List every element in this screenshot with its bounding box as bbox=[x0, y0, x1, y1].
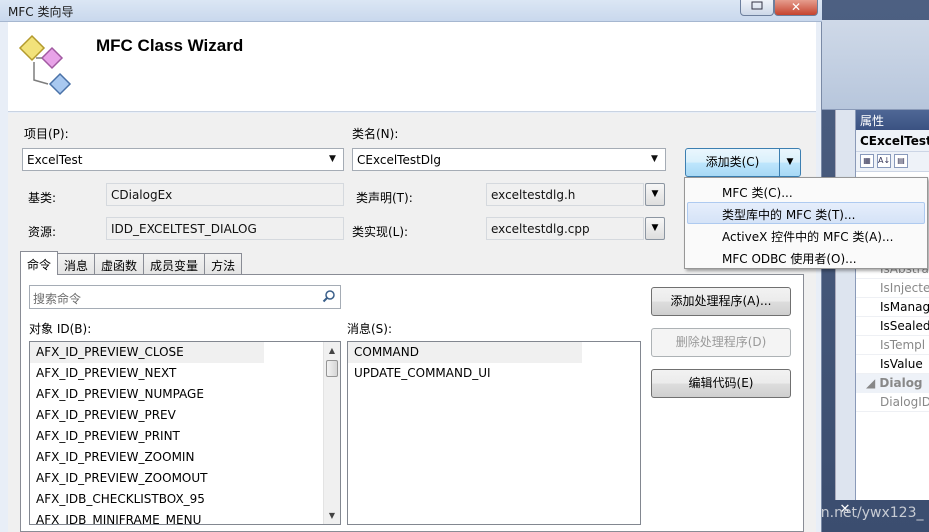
list-item[interactable]: COMMAND bbox=[348, 342, 582, 363]
list-item[interactable]: AFX_ID_PREVIEW_NEXT bbox=[30, 363, 340, 384]
title-bar: MFC 类向导 ✕ bbox=[0, 0, 822, 22]
property-row[interactable]: IsSealed bbox=[856, 317, 929, 336]
menu-item-mfc-class[interactable]: MFC 类(C)... bbox=[687, 180, 925, 202]
implementation-field: exceltestdlg.cpp bbox=[486, 217, 644, 240]
menu-item-mfc-class-from-activex[interactable]: ActiveX 控件中的 MFC 类(A)... bbox=[687, 224, 925, 246]
edit-code-button[interactable]: 编辑代码(E) bbox=[651, 369, 791, 398]
declaration-dropdown-button[interactable]: ▼ bbox=[645, 183, 665, 206]
close-icon: ✕ bbox=[790, 0, 802, 14]
project-value: ExcelTest bbox=[27, 153, 83, 167]
wizard-icon bbox=[18, 34, 72, 96]
property-row[interactable]: DialogID bbox=[856, 393, 929, 412]
tab-strip: 命令 消息 虚函数 成员变量 方法 bbox=[20, 251, 243, 275]
list-item[interactable]: AFX_ID_PREVIEW_CLOSE bbox=[30, 342, 264, 363]
list-item[interactable]: AFX_ID_PREVIEW_PRINT bbox=[30, 426, 340, 447]
list-item[interactable]: AFX_ID_PREVIEW_NUMPAGE bbox=[30, 384, 340, 405]
property-row[interactable]: IsValue bbox=[856, 355, 929, 374]
properties-object-selector[interactable]: CExcelTestD bbox=[856, 130, 929, 152]
commands-panel: 搜索命令 对象 ID(B): 消息(S): AFX_ID_PREVIEW_CLO… bbox=[20, 274, 804, 532]
ide-scrollbar[interactable] bbox=[835, 110, 855, 500]
scroll-thumb[interactable] bbox=[326, 360, 338, 377]
chevron-down-icon: ▼ bbox=[329, 154, 336, 164]
properties-toolbar: ▦ A↓ ▤ bbox=[856, 152, 929, 172]
search-input[interactable]: 搜索命令 bbox=[29, 285, 341, 309]
object-id-label: 对象 ID(B): bbox=[29, 322, 92, 336]
add-handler-button[interactable]: 添加处理程序(A)... bbox=[651, 287, 791, 316]
close-button[interactable]: ✕ bbox=[774, 0, 818, 16]
resource-label: 资源: bbox=[28, 225, 57, 239]
object-id-scrollbar[interactable]: ▲ ▼ bbox=[323, 342, 340, 524]
chevron-down-icon[interactable]: ▼ bbox=[780, 149, 800, 176]
project-combo[interactable]: ExcelTest ▼ bbox=[22, 148, 344, 171]
property-category-dialog[interactable]: ◢ Dialog bbox=[856, 374, 929, 393]
list-item[interactable]: AFX_ID_PREVIEW_ZOOMOUT bbox=[30, 468, 340, 489]
properties-header: 属性 bbox=[856, 110, 929, 130]
properties-panel: 属性 CExcelTestD ▦ A↓ ▤ IsAbstra IsInjecte… bbox=[855, 110, 929, 500]
chevron-down-icon: ▼ bbox=[651, 154, 658, 164]
messages-label: 消息(S): bbox=[347, 322, 393, 336]
tab-methods[interactable]: 方法 bbox=[204, 253, 243, 275]
messages-list[interactable]: COMMAND UPDATE_COMMAND_UI bbox=[347, 341, 641, 525]
resource-field: IDD_EXCELTEST_DIALOG bbox=[106, 217, 344, 240]
list-item[interactable]: UPDATE_COMMAND_UI bbox=[348, 363, 640, 384]
add-class-button[interactable]: 添加类(C) bbox=[686, 149, 780, 176]
window-controls: ✕ bbox=[740, 0, 818, 16]
project-label: 项目(P): bbox=[24, 127, 69, 141]
classname-label: 类名(N): bbox=[352, 127, 399, 141]
window-title: MFC 类向导 bbox=[8, 5, 74, 19]
declaration-label: 类声明(T): bbox=[356, 191, 413, 205]
list-item[interactable]: AFX_IDB_CHECKLISTBOX_95 bbox=[30, 489, 340, 510]
wizard-title: MFC Class Wizard bbox=[96, 36, 244, 55]
tab-member-variables[interactable]: 成员变量 bbox=[143, 253, 206, 275]
base-class-field: CDialogEx bbox=[106, 183, 344, 206]
property-row[interactable]: IsInjecte bbox=[856, 279, 929, 298]
implementation-label: 类实现(L): bbox=[352, 225, 409, 239]
add-class-split-button[interactable]: 添加类(C) ▼ bbox=[685, 148, 801, 177]
object-id-list[interactable]: AFX_ID_PREVIEW_CLOSE AFX_ID_PREVIEW_NEXT… bbox=[29, 341, 341, 525]
search-icon[interactable] bbox=[322, 289, 336, 303]
base-class-label: 基类: bbox=[28, 191, 57, 205]
list-item[interactable]: AFX_ID_PREVIEW_ZOOMIN bbox=[30, 447, 340, 468]
property-category-label: Dialog bbox=[879, 376, 923, 390]
add-class-menu: MFC 类(C)... 类型库中的 MFC 类(T)... ActiveX 控件… bbox=[684, 177, 928, 269]
chevron-down-icon: ▼ bbox=[651, 223, 659, 233]
scroll-up-icon[interactable]: ▲ bbox=[324, 342, 340, 359]
wizard-body: 项目(P): ExcelTest ▼ 类名(N): CExcelTestDlg … bbox=[8, 113, 816, 532]
alphabetical-icon[interactable]: A↓ bbox=[877, 154, 891, 168]
help-button[interactable] bbox=[740, 0, 774, 16]
menu-item-mfc-odbc-consumer[interactable]: MFC ODBC 使用者(O)... bbox=[687, 246, 925, 268]
classname-value: CExcelTestDlg bbox=[357, 153, 441, 167]
declaration-field: exceltestdlg.h bbox=[486, 183, 644, 206]
property-row[interactable]: IsManag bbox=[856, 298, 929, 317]
menu-item-mfc-class-from-typelib[interactable]: 类型库中的 MFC 类(T)... bbox=[687, 202, 925, 224]
list-item[interactable]: AFX_IDB_MINIFRAME_MENU bbox=[30, 510, 340, 524]
list-item[interactable]: AFX_ID_PREVIEW_PREV bbox=[30, 405, 340, 426]
search-placeholder: 搜索命令 bbox=[33, 292, 82, 306]
ide-toolbar-strip bbox=[820, 20, 929, 110]
classname-combo[interactable]: CExcelTestDlg ▼ bbox=[352, 148, 666, 171]
property-row[interactable]: IsTempl bbox=[856, 336, 929, 355]
implementation-dropdown-button[interactable]: ▼ bbox=[645, 217, 665, 240]
help-icon bbox=[751, 1, 763, 10]
chevron-down-icon: ▼ bbox=[651, 189, 659, 199]
property-pages-icon[interactable]: ▤ bbox=[894, 154, 908, 168]
tab-virtual-functions[interactable]: 虚函数 bbox=[94, 253, 145, 275]
categorized-icon[interactable]: ▦ bbox=[860, 154, 874, 168]
delete-handler-button[interactable]: 删除处理程序(D) bbox=[651, 328, 791, 357]
tab-messages[interactable]: 消息 bbox=[57, 253, 96, 275]
wizard-header: MFC Class Wizard bbox=[8, 22, 816, 112]
tab-commands[interactable]: 命令 bbox=[20, 251, 59, 275]
scroll-down-icon[interactable]: ▼ bbox=[324, 507, 340, 524]
